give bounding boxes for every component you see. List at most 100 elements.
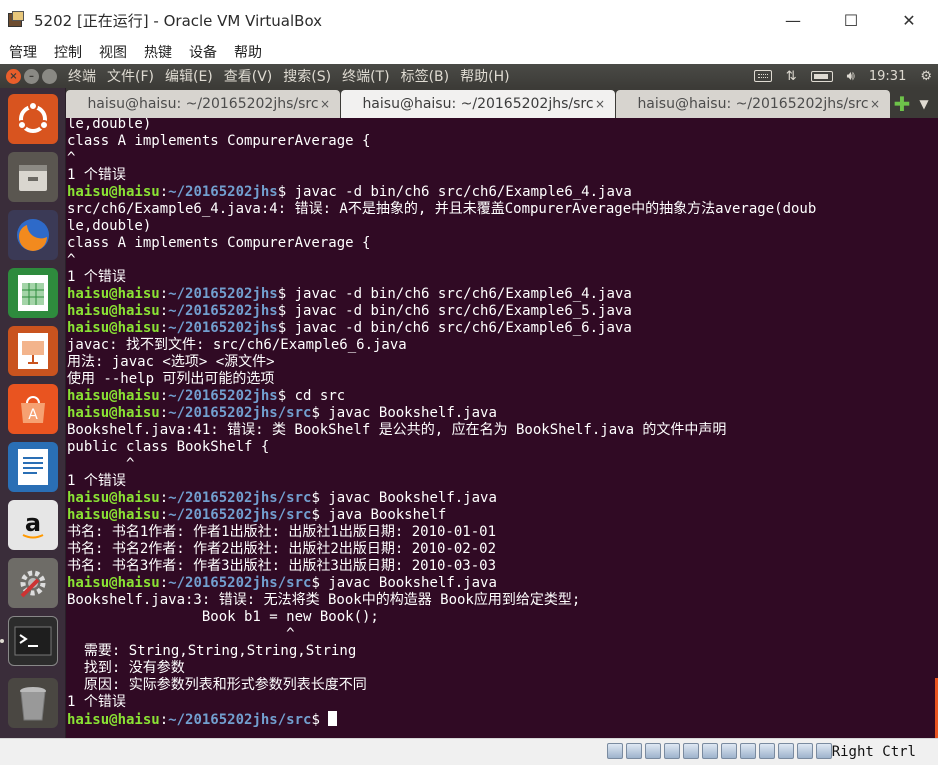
prompt-separator: :: [159, 712, 169, 728]
libreoffice-calc-icon[interactable]: [8, 268, 58, 318]
video-capture-icon[interactable]: [740, 743, 756, 759]
terminal-line: class A implements CompurerAverage {: [67, 133, 371, 149]
network-adapter-icon[interactable]: [664, 743, 680, 759]
host-menu-control[interactable]: 控制: [54, 42, 82, 62]
prompt-separator: :: [159, 286, 169, 302]
tab-label: haisu@haisu: ~/20165202jhs/src: [637, 96, 869, 112]
tab-2[interactable]: haisu@haisu: ~/20165202jhs/src ×: [341, 90, 615, 118]
terminal-line: javac: 找不到文件: src/ch6/Example6_6.java: [67, 337, 407, 353]
command-text: javac -d bin/ch6 src/ch6/Example6_6.java: [286, 320, 632, 336]
terminal-line: haisu@haisu:~/20165202jhs$ cd src: [67, 388, 924, 405]
terminal-line: 找到: 没有参数: [67, 660, 185, 676]
prompt-path: ~/20165202jhs/src: [168, 712, 312, 728]
prompt-user: haisu@haisu: [67, 575, 160, 591]
host-key-label: Right Ctrl: [831, 744, 916, 760]
terminal-minimize-icon[interactable]: –: [24, 68, 39, 84]
prompt-path: ~/20165202jhs: [168, 286, 278, 302]
volume-icon[interactable]: 🔊︎: [847, 69, 855, 84]
terminal-line: haisu@haisu:~/20165202jhs/src$ javac Boo…: [67, 405, 924, 422]
system-settings-icon[interactable]: [8, 558, 58, 608]
clock[interactable]: 19:31: [869, 69, 906, 84]
terminal-line: le,double): [67, 218, 152, 234]
host-menu-help[interactable]: 帮助: [234, 42, 262, 62]
terminal-line: haisu@haisu:~/20165202jhs/src$ javac Boo…: [67, 575, 924, 592]
cpu-icon[interactable]: [778, 743, 794, 759]
prompt-user: haisu@haisu: [67, 388, 160, 404]
trash-icon[interactable]: [8, 678, 58, 728]
audio-icon[interactable]: [645, 743, 661, 759]
host-menu-bar: 管理 控制 视图 热键 设备 帮助: [0, 40, 938, 64]
files-icon[interactable]: [8, 152, 58, 202]
scrollbar[interactable]: [934, 118, 938, 738]
hard-disk-icon[interactable]: [607, 743, 623, 759]
host-menu-devices[interactable]: 设备: [189, 42, 217, 62]
libreoffice-writer-icon[interactable]: [8, 442, 58, 492]
prompt-dollar: $: [311, 507, 320, 523]
terminal-icon[interactable]: [8, 616, 58, 666]
tab-close-icon[interactable]: ×: [595, 97, 605, 111]
guest-menu-help[interactable]: 帮助(H): [460, 66, 509, 86]
gear-icon[interactable]: ⚙: [920, 69, 932, 84]
software-center-icon[interactable]: A: [8, 384, 58, 434]
terminal-view[interactable]: le,double) class A implements CompurerAve…: [66, 118, 938, 738]
usb-icon[interactable]: [683, 743, 699, 759]
network-icon[interactable]: ⇅: [786, 69, 797, 84]
amazon-icon[interactable]: a: [8, 500, 58, 550]
prompt-path: ~/20165202jhs/src: [168, 575, 312, 591]
prompt-dollar: $: [311, 405, 320, 421]
prompt-user: haisu@haisu: [67, 712, 160, 728]
prompt-user: haisu@haisu: [67, 320, 160, 336]
libreoffice-impress-icon[interactable]: [8, 326, 58, 376]
tab-3[interactable]: haisu@haisu: ~/20165202jhs/src ×: [616, 90, 890, 118]
minimize-button[interactable]: —: [764, 0, 822, 40]
new-tab-plus-icon[interactable]: ✚: [891, 90, 913, 118]
host-menu-view[interactable]: 视图: [99, 42, 127, 62]
guest-menu-edit[interactable]: 编辑(E): [165, 66, 213, 86]
ubuntu-dash-icon[interactable]: [8, 94, 58, 144]
guest-menu-tabs[interactable]: 标签(B): [401, 66, 450, 86]
tab-menu-chevron-down-icon[interactable]: ▼: [913, 90, 935, 118]
tab-1[interactable]: haisu@haisu: ~/20165202jhs/src ×: [66, 90, 340, 118]
prompt-path: ~/20165202jhs/src: [168, 507, 312, 523]
prompt-separator: :: [159, 303, 169, 319]
terminal-maximize-icon[interactable]: [42, 68, 57, 84]
terminal-tabs: haisu@haisu: ~/20165202jhs/src × haisu@h…: [66, 88, 938, 118]
terminal-line: haisu@haisu:~/20165202jhs$ javac -d bin/…: [67, 286, 924, 303]
host-menu-hotkeys[interactable]: 热键: [144, 42, 172, 62]
guest-menu-search[interactable]: 搜索(S): [283, 66, 331, 86]
command-text: javac -d bin/ch6 src/ch6/Example6_4.java: [286, 184, 632, 200]
terminal-line: haisu@haisu:~/20165202jhs$ javac -d bin/…: [67, 303, 924, 320]
virtualbox-icon: [8, 11, 26, 29]
prompt-user: haisu@haisu: [67, 286, 160, 302]
shared-folders-icon[interactable]: [702, 743, 718, 759]
terminal-line: class A implements CompurerAverage {: [67, 235, 371, 251]
command-text: javac Bookshelf.java: [319, 405, 497, 421]
arrow-down-icon[interactable]: [816, 743, 832, 759]
terminal-line: ^: [67, 150, 76, 166]
command-text: cd src: [286, 388, 346, 404]
terminal-close-icon[interactable]: ×: [6, 68, 21, 84]
command-text: [320, 712, 328, 728]
mouse-integration-icon[interactable]: [797, 743, 813, 759]
keyboard-icon[interactable]: [753, 70, 772, 82]
terminal-line: haisu@haisu:~/20165202jhs$ javac -d bin/…: [67, 320, 924, 337]
tab-close-icon[interactable]: ×: [320, 97, 330, 111]
optical-drive-icon[interactable]: [626, 743, 642, 759]
drag-drop-icon[interactable]: [759, 743, 775, 759]
tab-close-icon[interactable]: ×: [870, 97, 880, 111]
prompt-dollar: $: [311, 712, 320, 728]
guest-menu-file[interactable]: 文件(F): [107, 66, 154, 86]
prompt-user: haisu@haisu: [67, 490, 160, 506]
maximize-button[interactable]: ☐: [822, 0, 880, 40]
terminal-line: 书名: 书名1作者: 作者1出版社: 出版社1出版日期: 2010-01-01: [67, 524, 497, 540]
guest-menu-view[interactable]: 查看(V): [224, 66, 273, 86]
host-menu-manage[interactable]: 管理: [9, 42, 37, 62]
battery-icon[interactable]: [810, 70, 833, 82]
prompt-separator: :: [159, 405, 169, 421]
launcher: A a: [0, 88, 66, 738]
close-button[interactable]: ✕: [880, 0, 938, 40]
display-icon[interactable]: [721, 743, 737, 759]
guest-menu-terminal[interactable]: 终端(T): [342, 66, 389, 86]
terminal-line: Bookshelf.java:3: 错误: 无法将类 Book中的构造器 Boo…: [67, 592, 581, 608]
firefox-icon[interactable]: [8, 210, 58, 260]
